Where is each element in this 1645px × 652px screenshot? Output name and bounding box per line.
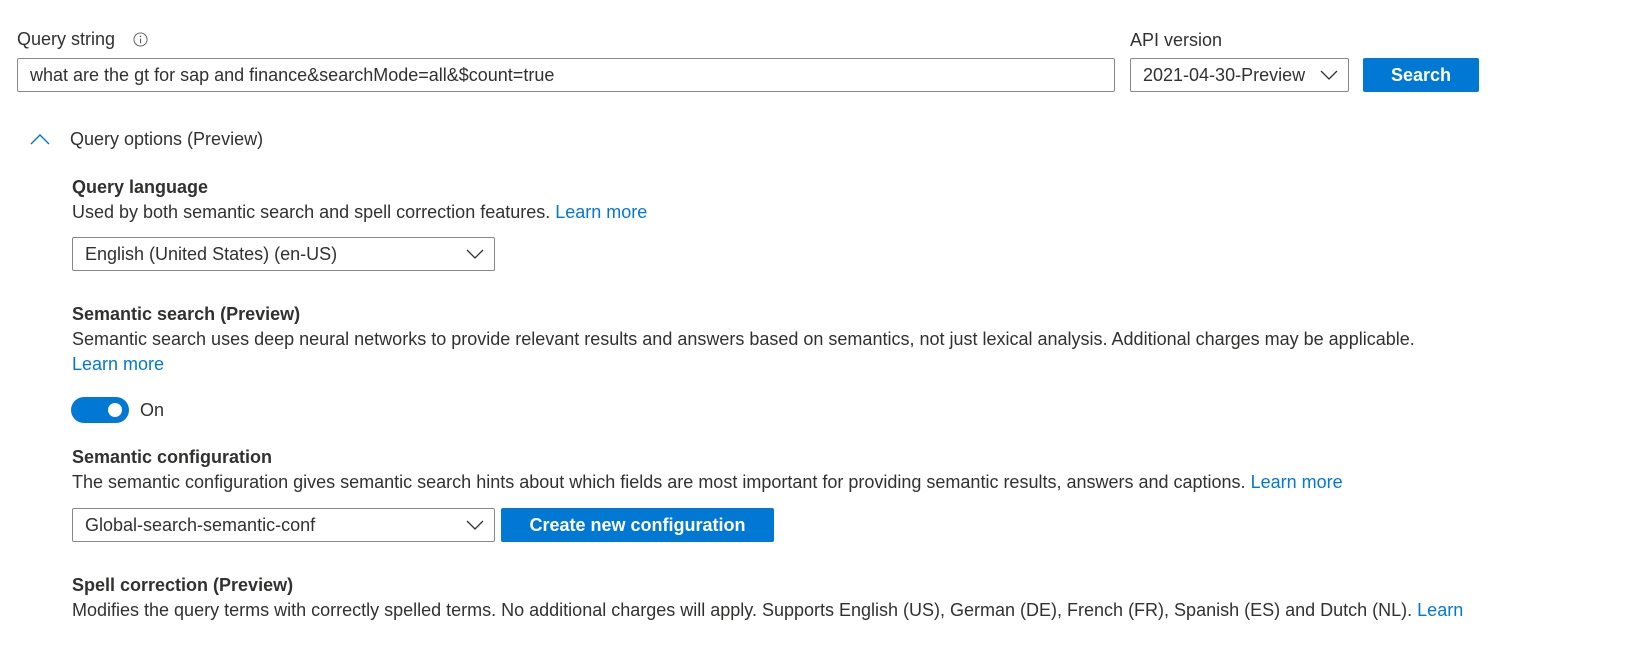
search-button[interactable]: Search: [1363, 58, 1479, 92]
query-language-heading: Query language: [72, 177, 209, 197]
api-version-label: API version: [1130, 30, 1223, 50]
semantic-config-select[interactable]: Global-search-semantic-conf: [72, 508, 495, 542]
semantic-search-toggle[interactable]: [71, 397, 129, 423]
semantic-search-learn-more: Learn more: [72, 354, 164, 375]
query-language-description: Used by both semantic search and spell c…: [72, 202, 648, 222]
semantic-config-description: The semantic configuration gives semanti…: [72, 472, 1343, 492]
semantic-search-heading: Semantic search (Preview): [72, 304, 301, 324]
chevron-down-icon: [466, 249, 484, 259]
chevron-up-icon[interactable]: [30, 130, 50, 146]
semantic-search-learn-more-link[interactable]: Learn more: [72, 354, 164, 374]
query-language-select[interactable]: English (United States) (en-US): [72, 237, 495, 271]
query-string-label: Query string: [17, 29, 116, 49]
semantic-search-description: Semantic search uses deep neural network…: [72, 329, 1415, 349]
toggle-knob: [108, 403, 122, 417]
semantic-search-toggle-state: On: [140, 400, 165, 420]
query-string-input[interactable]: what are the gt for sap and finance&sear…: [17, 58, 1115, 92]
api-version-value: 2021-04-30-Preview: [1143, 65, 1306, 85]
query-language-value: English (United States) (en-US): [85, 244, 338, 264]
semantic-config-value: Global-search-semantic-conf: [85, 515, 316, 535]
chevron-down-icon: [1320, 70, 1338, 80]
info-icon[interactable]: [133, 31, 148, 52]
chevron-down-icon: [466, 520, 484, 530]
semantic-config-heading: Semantic configuration: [72, 447, 273, 467]
query-language-learn-more-link[interactable]: Learn more: [555, 202, 647, 222]
query-options-toggle[interactable]: Query options (Preview): [70, 128, 263, 150]
spell-correction-learn-more-link[interactable]: Learn: [1417, 600, 1463, 620]
query-string-value: what are the gt for sap and finance&sear…: [30, 65, 555, 85]
semantic-config-learn-more-link[interactable]: Learn more: [1251, 472, 1343, 492]
create-new-configuration-button[interactable]: Create new configuration: [501, 508, 774, 542]
spell-correction-description: Modifies the query terms with correctly …: [72, 600, 1464, 620]
spell-correction-heading: Spell correction (Preview): [72, 575, 294, 595]
api-version-select[interactable]: 2021-04-30-Preview: [1130, 58, 1349, 92]
